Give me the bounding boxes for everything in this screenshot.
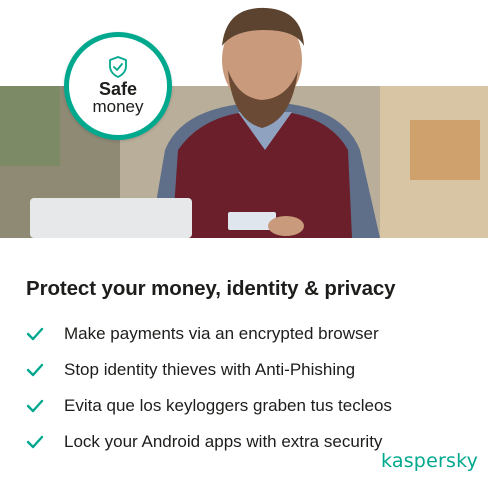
headline: Protect your money, identity & privacy xyxy=(26,277,396,300)
feature-text: Make payments via an encrypted browser xyxy=(64,324,379,343)
badge-title: Safe xyxy=(98,79,138,99)
hero-photo xyxy=(0,0,488,238)
badge-subtitle: money xyxy=(92,97,144,116)
kaspersky-logo: kaspersky xyxy=(381,450,479,472)
feature-text: Lock your Android apps with extra securi… xyxy=(64,432,383,451)
feature-item: Make payments via an encrypted browser xyxy=(26,316,392,352)
safe-money-badge: Safe money xyxy=(64,32,172,140)
feature-item: Evita que los keyloggers graben tus tecl… xyxy=(26,388,392,424)
check-icon xyxy=(26,327,44,341)
check-icon xyxy=(26,399,44,413)
feature-list: Make payments via an encrypted browser S… xyxy=(26,316,392,460)
check-icon xyxy=(26,363,44,377)
feature-item: Stop identity thieves with Anti-Phishing xyxy=(26,352,392,388)
shield-check-icon xyxy=(109,56,127,78)
check-icon xyxy=(26,435,44,449)
feature-text: Stop identity thieves with Anti-Phishing xyxy=(64,360,356,379)
feature-text: Evita que los keyloggers graben tus tecl… xyxy=(64,396,392,415)
feature-item: Lock your Android apps with extra securi… xyxy=(26,424,392,460)
